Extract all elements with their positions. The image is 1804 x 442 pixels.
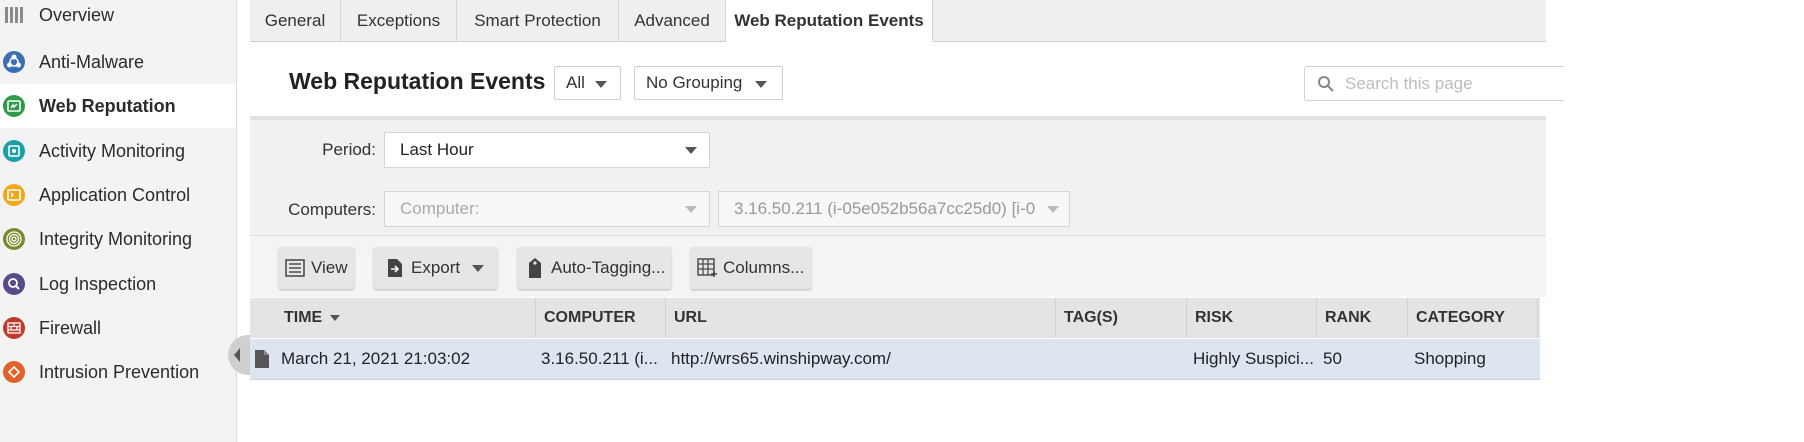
biohazard-icon <box>3 51 25 73</box>
search-icon <box>1318 75 1334 92</box>
sidebar-item-firewall[interactable]: Firewall <box>0 306 236 350</box>
tab-advanced[interactable]: Advanced <box>619 0 726 41</box>
computers-label: Computers: <box>288 200 376 219</box>
cell-computer: 3.16.50.211 (i... <box>541 349 658 368</box>
chevron-down-icon <box>755 81 767 88</box>
period-label: Period: <box>322 140 376 159</box>
sidebar-item-activity-monitoring[interactable]: Activity Monitoring <box>0 129 236 173</box>
sort-descending-icon <box>330 315 341 321</box>
column-header-label: RANK <box>1325 309 1372 326</box>
column-header-url[interactable]: URL <box>666 298 1056 338</box>
event-filter-dropdown[interactable]: All <box>554 66 621 100</box>
column-header-label: RISK <box>1195 309 1234 326</box>
column-header-tags[interactable]: TAG(S) <box>1056 298 1187 338</box>
view-button[interactable]: View <box>279 247 354 289</box>
tag-icon <box>529 258 541 278</box>
column-header-computer[interactable]: COMPUTER <box>536 298 666 338</box>
chevron-down-icon <box>1047 206 1059 213</box>
sidebar-item-label: Overview <box>39 4 115 25</box>
event-filter-value: All <box>566 73 585 92</box>
cell-risk: Highly Suspici... <box>1193 349 1314 368</box>
toolbar: View Export Auto-Tagging... Columns... <box>250 235 1546 297</box>
intrusion-prevention-icon <box>3 361 25 383</box>
columns-button[interactable]: Columns... <box>691 247 811 289</box>
columns-button-label: Columns... <box>723 258 805 277</box>
search-box[interactable] <box>1304 66 1564 101</box>
computer-type-placeholder: Computer: <box>400 199 480 218</box>
application-control-icon <box>3 184 25 206</box>
sidebar-item-web-reputation[interactable]: Web Reputation <box>0 84 236 128</box>
column-header-label: COMPUTER <box>544 309 636 326</box>
table-row[interactable]: March 21, 2021 21:03:02 3.16.50.211 (i..… <box>250 339 1540 380</box>
auto-tagging-button-label: Auto-Tagging... <box>551 258 666 277</box>
cell-category: Shopping <box>1414 349 1486 368</box>
chevron-down-icon <box>685 206 697 213</box>
sidebar-item-intrusion-prevention[interactable]: Intrusion Prevention <box>0 350 236 394</box>
sidebar-item-application-control[interactable]: Application Control <box>0 173 236 217</box>
document-icon <box>254 339 276 379</box>
sidebar-item-log-inspection[interactable]: Log Inspection <box>0 262 236 306</box>
search-input[interactable] <box>1343 72 1547 95</box>
web-reputation-icon <box>3 95 25 117</box>
computer-type-select[interactable]: Computer: <box>384 191 710 227</box>
overview-icon <box>3 4 25 26</box>
cell-rank: 50 <box>1323 349 1342 368</box>
sidebar-item-label: Log Inspection <box>39 273 157 294</box>
grouping-value: No Grouping <box>646 73 743 92</box>
sidebar-item-label: Anti-Malware <box>39 51 145 72</box>
period-select[interactable]: Last Hour <box>384 132 710 168</box>
sidebar-item-label: Intrusion Prevention <box>39 361 200 382</box>
column-header-risk[interactable]: RISK <box>1187 298 1317 338</box>
sidebar-item-label: Integrity Monitoring <box>39 228 193 249</box>
columns-icon <box>697 258 717 277</box>
cell-url: http://wrs65.winshipway.com/ <box>671 349 891 368</box>
tab-exceptions[interactable]: Exceptions <box>341 0 457 41</box>
chevron-left-icon <box>234 348 240 362</box>
sidebar-item-integrity-monitoring[interactable]: Integrity Monitoring <box>0 217 236 261</box>
export-icon <box>388 259 402 277</box>
table-header: TIME COMPUTER URL TAG(S) RISK RANK CATEG… <box>250 298 1540 338</box>
column-header-label: TIME <box>284 309 323 326</box>
view-button-label: View <box>311 258 348 277</box>
list-view-icon <box>285 259 305 277</box>
main-panel: General Exceptions Smart Protection Adva… <box>250 0 1804 442</box>
chevron-down-icon <box>472 265 484 272</box>
sidebar-item-anti-malware[interactable]: Anti-Malware <box>0 40 236 84</box>
sidebar: Overview Anti-Malware Web Reputation Act… <box>0 0 237 442</box>
period-value: Last Hour <box>400 140 474 159</box>
tab-smart-protection[interactable]: Smart Protection <box>457 0 619 41</box>
column-header-label: CATEGORY <box>1416 309 1505 326</box>
sidebar-item-label: Activity Monitoring <box>39 140 186 161</box>
sidebar-item-overview[interactable]: Overview <box>0 0 236 37</box>
magnifier-icon <box>3 273 25 295</box>
tab-web-reputation-events[interactable]: Web Reputation Events <box>726 0 933 42</box>
sidebar-item-label: Firewall <box>39 317 102 338</box>
auto-tagging-button[interactable]: Auto-Tagging... <box>518 247 671 289</box>
column-header-time[interactable]: TIME <box>276 298 536 338</box>
cell-tags <box>1061 339 1181 379</box>
tab-bar: General Exceptions Smart Protection Adva… <box>250 0 1546 42</box>
column-header-label: URL <box>674 309 707 326</box>
activity-monitoring-icon <box>3 140 25 162</box>
sidebar-item-label: Application Control <box>39 184 191 205</box>
filters-panel: Period: Last Hour Computers: Computer: 3… <box>250 116 1546 235</box>
column-header-label: TAG(S) <box>1064 309 1118 326</box>
column-header-rank[interactable]: RANK <box>1317 298 1408 338</box>
chevron-down-icon <box>595 81 607 88</box>
cell-time: March 21, 2021 21:03:02 <box>281 349 471 368</box>
tab-general[interactable]: General <box>250 0 341 41</box>
fingerprint-icon <box>3 228 25 250</box>
chevron-down-icon <box>685 147 697 154</box>
column-header-category[interactable]: CATEGORY <box>1408 298 1538 338</box>
sidebar-item-label: Web Reputation <box>39 95 176 116</box>
page-title: Web Reputation Events <box>289 68 546 94</box>
export-button-label: Export <box>411 258 461 277</box>
firewall-icon <box>3 317 25 339</box>
computer-select[interactable]: 3.16.50.211 (i-05e052b56a7cc25d0) [i-0 <box>718 191 1070 227</box>
export-button[interactable]: Export <box>374 247 497 289</box>
computer-value: 3.16.50.211 (i-05e052b56a7cc25d0) [i-0 <box>734 199 1036 218</box>
grouping-dropdown[interactable]: No Grouping <box>634 66 783 100</box>
